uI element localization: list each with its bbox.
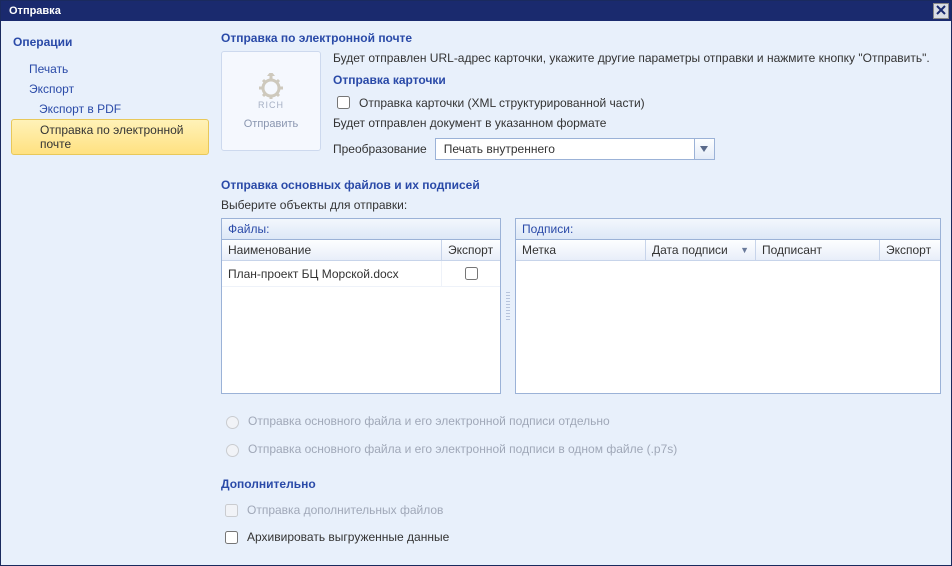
doc-sent-text: Будет отправлен документ в указанном фор… <box>333 116 941 130</box>
col-label[interactable]: Метка <box>516 240 646 260</box>
sigs-grid-header: Метка Дата подписи ▼ Подписант Экспорт <box>516 240 940 261</box>
send-button-label: Отправить <box>244 118 299 130</box>
radio-p7s-label: Отправка основного файла и его электронн… <box>248 442 677 456</box>
extra-files-row: Отправка дополнительных файлов <box>221 501 941 520</box>
col-export[interactable]: Экспорт <box>880 240 940 260</box>
transform-dropdown[interactable]: Печать внутреннего <box>435 138 715 160</box>
radio-separate: Отправка основного файла и его электронн… <box>221 413 941 429</box>
sidebar: Операции Печать Экспорт Экспорт в PDF От… <box>11 31 209 551</box>
close-icon[interactable] <box>933 3 949 19</box>
radio-separate-input <box>226 416 239 429</box>
main-panel: Отправка по электронной почте <box>221 31 941 551</box>
card-checkbox-row: Отправка карточки (XML структурированной… <box>333 93 941 112</box>
sidebar-item-label: Отправка по электронной почте <box>40 123 183 151</box>
files-panel: Файлы: Наименование Экспорт План-проект … <box>221 218 501 394</box>
col-label: Наименование <box>228 243 311 257</box>
transform-label: Преобразование <box>333 142 427 156</box>
info-text: Будет отправлен URL-адрес карточки, укаж… <box>333 51 941 65</box>
sidebar-item-send-email[interactable]: Отправка по электронной почте <box>11 119 209 155</box>
sigs-panel-title: Подписи: <box>516 219 940 240</box>
titlebar: Отправка <box>1 1 951 21</box>
sidebar-item-label: Экспорт <box>29 82 74 96</box>
page-title: Отправка по электронной почте <box>221 31 941 45</box>
card-checkbox-label: Отправка карточки (XML структурированной… <box>359 96 645 110</box>
row-export-checkbox[interactable] <box>465 267 478 280</box>
radio-separate-label: Отправка основного файла и его электронн… <box>248 414 610 428</box>
card-checkbox[interactable] <box>337 96 350 109</box>
radio-p7s-input <box>226 444 239 457</box>
card-heading: Отправка карточки <box>333 73 941 87</box>
archive-label: Архивировать выгруженные данные <box>247 530 449 544</box>
table-row[interactable]: План-проект БЦ Морской.docx <box>222 261 500 287</box>
col-label: Экспорт <box>448 243 493 257</box>
sidebar-item-export-pdf[interactable]: Экспорт в PDF <box>11 99 209 119</box>
rich-label: RICH <box>258 100 284 110</box>
sidebar-heading: Операции <box>11 31 209 53</box>
extra-files-label: Отправка дополнительных файлов <box>247 503 443 517</box>
sidebar-item-label: Печать <box>29 62 68 76</box>
transform-value: Печать внутреннего <box>436 142 694 156</box>
extra-files-checkbox <box>225 504 238 517</box>
col-text: Дата подписи <box>652 243 728 257</box>
sidebar-item-export[interactable]: Экспорт <box>11 79 209 99</box>
dialog-window: Отправка Операции Печать Экспорт Экспорт… <box>0 0 952 566</box>
transform-row: Преобразование Печать внутреннего <box>333 138 941 160</box>
top-block: RICH Отправить Будет отправлен URL-адрес… <box>221 51 941 160</box>
sidebar-item-print[interactable]: Печать <box>11 59 209 79</box>
window-title: Отправка <box>9 5 61 17</box>
archive-checkbox[interactable] <box>225 531 238 544</box>
splitter[interactable] <box>505 218 511 394</box>
col-signer[interactable]: Подписант <box>756 240 880 260</box>
col-text: Метка <box>522 243 556 257</box>
dialog-body: Операции Печать Экспорт Экспорт в PDF От… <box>1 21 951 565</box>
signatures-panel: Подписи: Метка Дата подписи ▼ Подписант <box>515 218 941 394</box>
files-heading: Отправка основных файлов и их подписей <box>221 178 941 192</box>
files-panel-title: Файлы: <box>222 219 500 240</box>
cell-export <box>442 261 500 286</box>
top-fields: Будет отправлен URL-адрес карточки, укаж… <box>333 51 941 160</box>
col-date[interactable]: Дата подписи ▼ <box>646 240 756 260</box>
col-name[interactable]: Наименование <box>222 240 442 260</box>
splitter-grip-icon <box>506 292 510 320</box>
files-subtext: Выберите объекты для отправки: <box>221 198 941 212</box>
send-button[interactable]: RICH Отправить <box>221 51 321 151</box>
archive-row: Архивировать выгруженные данные <box>221 528 941 547</box>
radio-p7s: Отправка основного файла и его электронн… <box>221 441 941 457</box>
files-grid-header: Наименование Экспорт <box>222 240 500 261</box>
files-and-sigs: Файлы: Наименование Экспорт План-проект … <box>221 218 941 394</box>
col-text: Подписант <box>762 243 822 257</box>
extra-heading: Дополнительно <box>221 477 941 491</box>
col-text: Экспорт <box>886 243 931 257</box>
col-export[interactable]: Экспорт <box>442 240 500 260</box>
gear-icon <box>256 73 286 99</box>
chevron-down-icon[interactable] <box>694 139 714 159</box>
cell-name: План-проект БЦ Морской.docx <box>222 261 442 286</box>
sidebar-item-label: Экспорт в PDF <box>39 102 121 116</box>
sort-desc-icon: ▼ <box>740 245 749 255</box>
